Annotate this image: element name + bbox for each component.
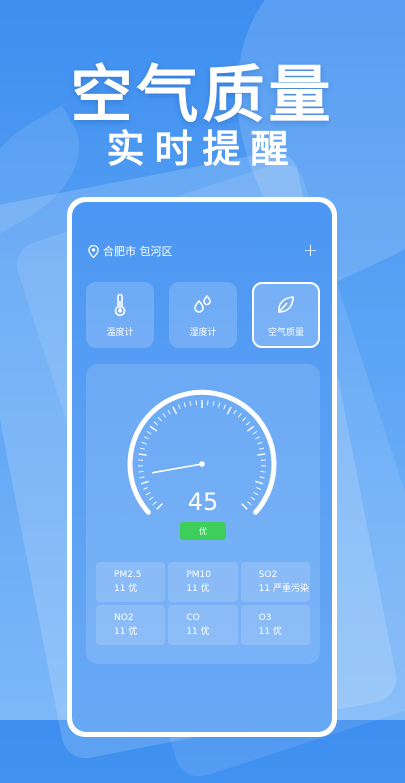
gauge-needle-hub [199,461,205,467]
gauge-tick [259,448,264,449]
gauge-tick [238,413,241,417]
gauge-tick [213,401,214,406]
pollutant-name: SO2 [259,570,310,581]
gauge-tick [173,407,177,414]
tool-tabs: 温度计 湿度计 空气质量 [86,282,320,348]
phone-frame: 合肥市 包河区 + 温度计 湿度计 [67,197,337,737]
gauge-tick [257,454,265,455]
app-screen: 合肥市 包河区 + 温度计 湿度计 [72,202,332,732]
location-pin-icon [88,245,99,258]
pollutant-cell-so2: SO2 11 严重污染 [241,562,310,602]
tool-air-quality[interactable]: 空气质量 [252,282,320,348]
gauge-tick [227,407,231,414]
gauge-tick [147,431,151,434]
gauge-tick [190,401,191,406]
gauge-tick [247,426,253,431]
pollutant-name: CO [186,613,237,624]
pollutant-value: 11 优 [259,626,310,639]
location-bar: 合肥市 包河区 + [88,242,318,260]
thermometer-icon [108,293,132,317]
add-city-button[interactable]: + [303,242,318,260]
gauge-tick [163,413,166,417]
gauge-tick [246,422,250,425]
pollutant-name: NO2 [114,613,165,624]
gauge-tick [255,437,260,439]
promo-subtitle: 实时提醒 [0,118,405,173]
gauge-tick [255,481,263,483]
gauge-needle [153,464,202,473]
location-text[interactable]: 合肥市 包河区 [103,243,303,259]
pollutant-cell-pm10: PM10 11 优 [168,562,237,602]
gauge-tick [224,404,226,409]
pollutant-name: PM2.5 [114,570,165,581]
gauge-tick [260,477,265,478]
air-quality-panel: 45 优 PM2.5 11 优 PM10 11 优 SO2 11 严重污染 NO… [86,364,320,664]
pollutant-value: 11 优 [186,626,237,639]
gauge-tick [140,477,145,478]
pollutant-name: O3 [259,613,310,624]
tool-thermometer[interactable]: 温度计 [86,282,154,348]
pollutant-name: PM10 [186,570,237,581]
pollutant-cell-no2: NO2 11 优 [96,605,165,645]
aqi-level-badge: 优 [180,522,226,540]
gauge-tick [258,442,263,444]
pollutant-cell-pm25: PM2.5 11 优 [96,562,165,602]
gauge-tick [139,471,144,472]
gauge-tick [154,422,158,425]
gauge-tick [142,442,147,444]
gauge-tick [158,417,161,421]
pollutant-value: 11 优 [186,583,237,596]
gauge-tick [242,417,245,421]
pollutant-cell-o3: O3 11 优 [241,605,310,645]
gauge-tick [144,437,149,439]
pollutant-value: 11 优 [114,583,165,596]
tool-thermometer-label: 温度计 [106,325,133,338]
gauge-tick [184,403,185,408]
pollutant-value: 11 严重污染 [259,583,310,596]
gauge-tick [218,403,219,408]
pollutant-value: 11 优 [114,626,165,639]
gauge-tick [140,448,145,449]
droplets-icon [191,293,215,317]
tool-hygrometer[interactable]: 湿度计 [169,282,237,348]
pollutant-grid: PM2.5 11 优 PM10 11 优 SO2 11 严重污染 NO2 11 … [96,562,310,645]
gauge-tick [234,410,237,414]
gauge-tick [139,454,147,455]
gauge-tick [253,431,257,434]
tool-air-quality-label: 空气质量 [268,325,304,338]
gauge-tick [150,426,156,431]
aqi-value: 45 [86,488,320,516]
leaf-icon [274,293,298,317]
gauge-tick [141,481,149,483]
gauge-tick [178,404,180,409]
gauge-tick [168,410,171,414]
pollutant-cell-co: CO 11 优 [168,605,237,645]
tool-hygrometer-label: 湿度计 [189,325,216,338]
gauge-tick [261,471,266,472]
